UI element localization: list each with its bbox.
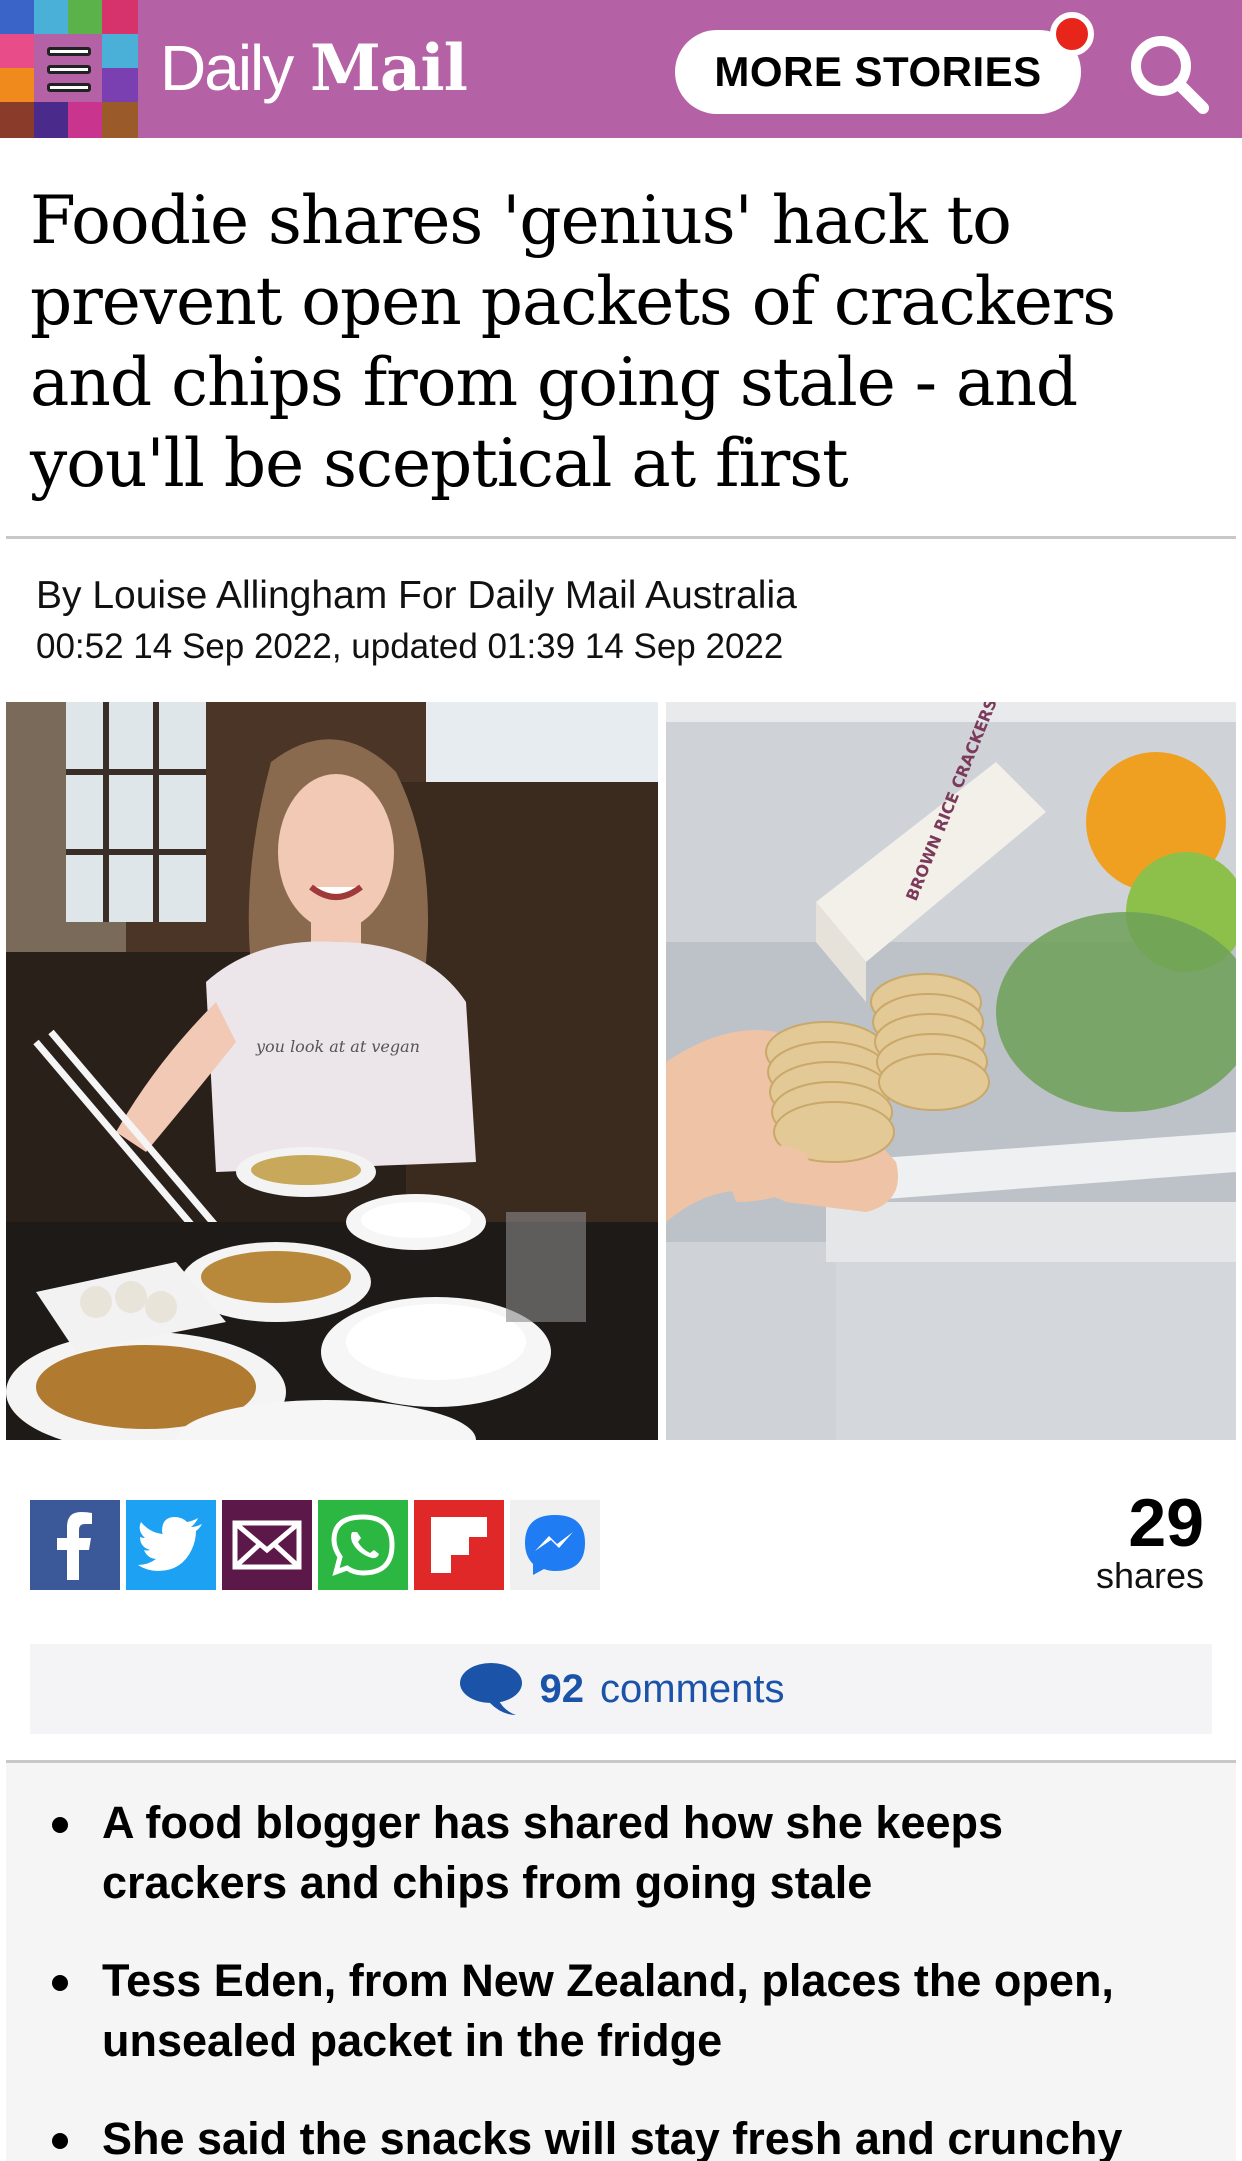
article-image-woman-dining[interactable]: you look at at vegan [6, 702, 658, 1440]
share-count-number: 29 [1128, 1485, 1204, 1561]
woman-dining-illustration: you look at at vegan [6, 702, 658, 1440]
daily-mail-logo[interactable]: Daily Mail [160, 28, 468, 108]
messenger-icon [525, 1515, 585, 1575]
top-bar: Daily Mail MORE STORIES [0, 0, 1242, 138]
share-count: 29 shares [1095, 1485, 1204, 1596]
article-image-fridge-crackers[interactable]: BROWN RICE CRACKERS [666, 702, 1236, 1440]
fridge-crackers-illustration: BROWN RICE CRACKERS [666, 702, 1236, 1440]
summary-bullet: She said the snacks will stay fresh and … [44, 2109, 1196, 2161]
summary-bullet: Tess Eden, from New Zealand, places the … [44, 1951, 1196, 2071]
more-stories-button[interactable]: MORE STORIES [675, 30, 1081, 114]
messenger-share-button[interactable] [510, 1500, 600, 1590]
whatsapp-icon [331, 1514, 395, 1576]
comments-button[interactable]: 92 comments [30, 1644, 1212, 1734]
search-icon[interactable] [1125, 30, 1211, 116]
byline[interactable]: By Louise Allingham For Daily Mail Austr… [36, 574, 797, 618]
notification-dot [1050, 12, 1094, 56]
facebook-share-button[interactable] [30, 1500, 120, 1590]
menu-icon-bar [47, 64, 91, 74]
share-count-label: shares [1095, 1555, 1204, 1596]
logo-daily: Daily [160, 32, 294, 104]
flipboard-share-button[interactable] [414, 1500, 504, 1590]
summary-bullet: A food blogger has shared how she keeps … [44, 1793, 1196, 1913]
email-share-button[interactable] [222, 1500, 312, 1590]
article-summary: A food blogger has shared how she keeps … [6, 1760, 1236, 2161]
summary-list: A food blogger has shared how she keeps … [6, 1763, 1236, 2161]
twitter-share-button[interactable] [126, 1500, 216, 1590]
headline-divider [6, 536, 1236, 539]
whatsapp-share-button[interactable] [318, 1500, 408, 1590]
twitter-icon [138, 1517, 202, 1571]
speech-bubble-icon [459, 1663, 522, 1715]
menu-icon-bar [47, 82, 91, 92]
comments-label: comments [600, 1666, 785, 1711]
article-headline: Foodie shares 'genius' hack to prevent o… [30, 182, 1116, 502]
shirt-text: you look at at vegan [255, 1037, 420, 1056]
menu-icon-bar [47, 46, 91, 56]
menu-button[interactable] [34, 34, 104, 104]
flipboard-icon [431, 1517, 487, 1573]
dateline: 00:52 14 Sep 2022, updated 01:39 14 Sep … [36, 627, 784, 666]
facebook-icon [57, 1512, 92, 1580]
email-icon [232, 1520, 302, 1570]
logo-mail: Mail [310, 31, 468, 106]
comments-count: 92 [539, 1666, 585, 1711]
